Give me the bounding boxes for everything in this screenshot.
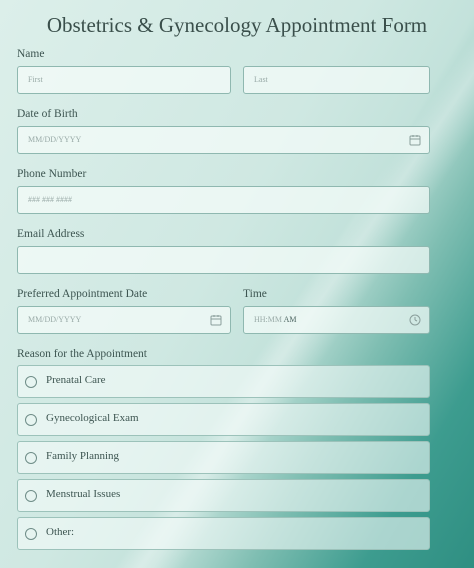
dob-label: Date of Birth (17, 108, 78, 120)
first-name-input[interactable]: First (17, 66, 231, 94)
reason-option[interactable]: Gynecological Exam (17, 403, 430, 436)
radio-circle-icon[interactable] (25, 452, 37, 464)
time-input[interactable]: HH:MM AM (243, 306, 430, 334)
radio-circle-icon[interactable] (25, 376, 37, 388)
last-name-input[interactable]: Last (243, 66, 430, 94)
radio-circle-icon[interactable] (25, 528, 37, 540)
reason-label: Reason for the Appointment (17, 348, 147, 360)
reason-option[interactable]: Prenatal Care (17, 365, 430, 398)
appointment-date-label: Preferred Appointment Date (17, 288, 148, 300)
dob-placeholder: MM/DD/YYYY (28, 135, 82, 144)
reason-option[interactable]: Other: (17, 517, 430, 550)
dob-input[interactable]: MM/DD/YYYY (17, 126, 430, 154)
reason-option-label: Other: (46, 526, 75, 538)
reason-option-label: Menstrual Issues (46, 488, 121, 500)
reason-option-label: Prenatal Care (46, 374, 106, 386)
calendar-icon[interactable] (409, 134, 421, 146)
radio-circle-icon[interactable] (25, 490, 37, 502)
phone-label: Phone Number (17, 168, 87, 180)
reason-option-label: Gynecological Exam (46, 412, 139, 424)
appointment-date-placeholder: MM/DD/YYYY (28, 315, 82, 324)
reason-option[interactable]: Menstrual Issues (17, 479, 430, 512)
time-label: Time (243, 288, 267, 300)
calendar-icon[interactable] (210, 314, 222, 326)
reason-option-label: Family Planning (46, 450, 120, 462)
reason-option[interactable]: Family Planning (17, 441, 430, 474)
email-input[interactable] (17, 246, 430, 274)
clock-icon[interactable] (409, 314, 421, 326)
time-hm: HH:MM (254, 315, 283, 324)
time-placeholder: HH:MM AM (254, 315, 296, 324)
phone-input[interactable]: ### ### #### (17, 186, 430, 214)
time-ampm[interactable]: AM (284, 315, 297, 324)
appointment-date-input[interactable]: MM/DD/YYYY (17, 306, 231, 334)
form-title: Obstetrics & Gynecology Appointment Form (46, 13, 428, 37)
email-label: Email Address (17, 228, 85, 240)
radio-circle-icon[interactable] (25, 414, 37, 426)
last-name-placeholder: Last (254, 75, 268, 84)
first-name-placeholder: First (28, 75, 43, 84)
phone-placeholder: ### ### #### (28, 195, 72, 204)
name-label: Name (17, 48, 45, 60)
